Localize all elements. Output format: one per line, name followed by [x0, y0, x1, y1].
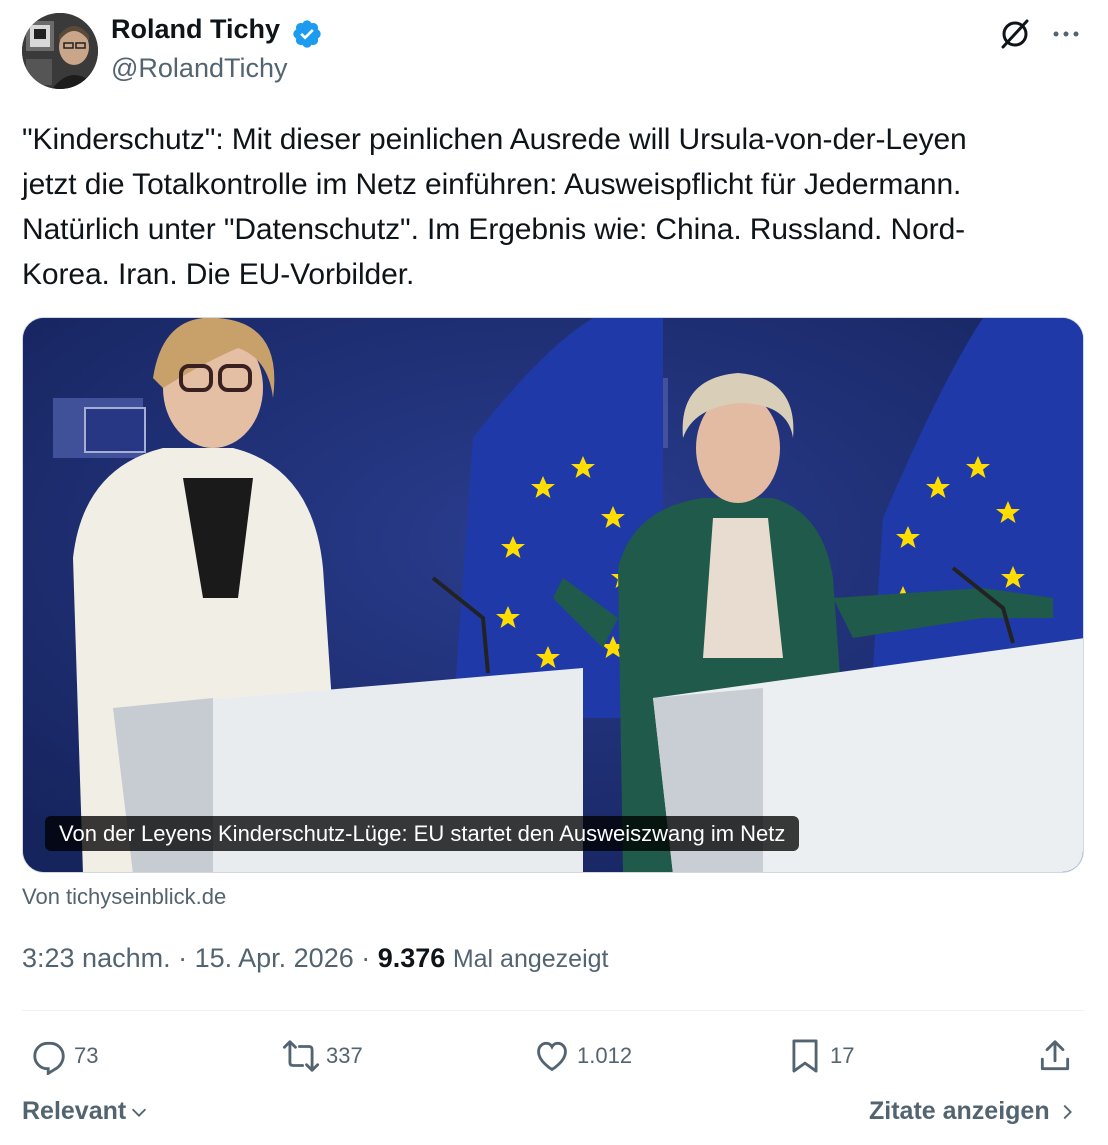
link-card-title: Von der Leyens Kinderschutz-Lüge: EU sta… [45, 816, 800, 851]
author-handle[interactable]: @RolandTichy [111, 53, 287, 84]
like-count: 1.012 [577, 1043, 633, 1068]
sort-label: Relevant [22, 1097, 127, 1125]
share-button[interactable] [1036, 1036, 1080, 1076]
views-count: 9.376 [377, 943, 446, 973]
avatar[interactable] [22, 13, 98, 89]
tweet-time[interactable]: 3:23 nachm. [22, 943, 171, 973]
repost-count: 337 [326, 1043, 363, 1068]
views-label: Mal angezeigt [452, 945, 609, 973]
view-quotes-button[interactable]: Zitate anzeigen [869, 1097, 1078, 1126]
meta-separator: · [170, 943, 195, 973]
chevron-down-icon [132, 1108, 147, 1117]
link-source[interactable]: Von tichyseinblick.de [22, 884, 226, 910]
tweet-date[interactable]: 15. Apr. 2026 [195, 943, 354, 973]
grok-icon[interactable] [998, 17, 1032, 51]
bookmark-icon [792, 1039, 818, 1073]
quotes-label: Zitate anzeigen [869, 1097, 1050, 1125]
like-button[interactable]: 1.012 [533, 1036, 632, 1076]
repost-icon [282, 1040, 320, 1072]
like-icon [537, 1041, 567, 1072]
reply-button[interactable]: 73 [30, 1036, 98, 1076]
meta-separator: · [353, 943, 378, 973]
tweet-meta: 3:23 nachm. · 15. Apr. 2026 · 9.376 Mal … [22, 943, 608, 974]
link-card-image[interactable]: Von der Leyens Kinderschutz-Lüge: EU sta… [22, 317, 1084, 873]
share-icon [1040, 1040, 1070, 1071]
bookmark-count: 17 [830, 1043, 855, 1068]
press-conference-photo [23, 318, 1083, 872]
bookmark-button[interactable]: 17 [786, 1036, 854, 1076]
sort-replies-button[interactable]: Relevant [22, 1097, 150, 1126]
tweet-text: "Kinderschutz": Mit dieser peinlichen Au… [22, 123, 967, 291]
repost-button[interactable]: 337 [282, 1036, 363, 1076]
reply-count: 73 [74, 1043, 99, 1068]
verified-badge-icon [293, 20, 321, 48]
chevron-right-icon [1063, 1104, 1072, 1119]
reply-icon [33, 1041, 65, 1075]
divider [22, 1010, 1084, 1011]
author-name[interactable]: Roland Tichy [111, 14, 280, 45]
more-icon[interactable] [1050, 20, 1082, 48]
